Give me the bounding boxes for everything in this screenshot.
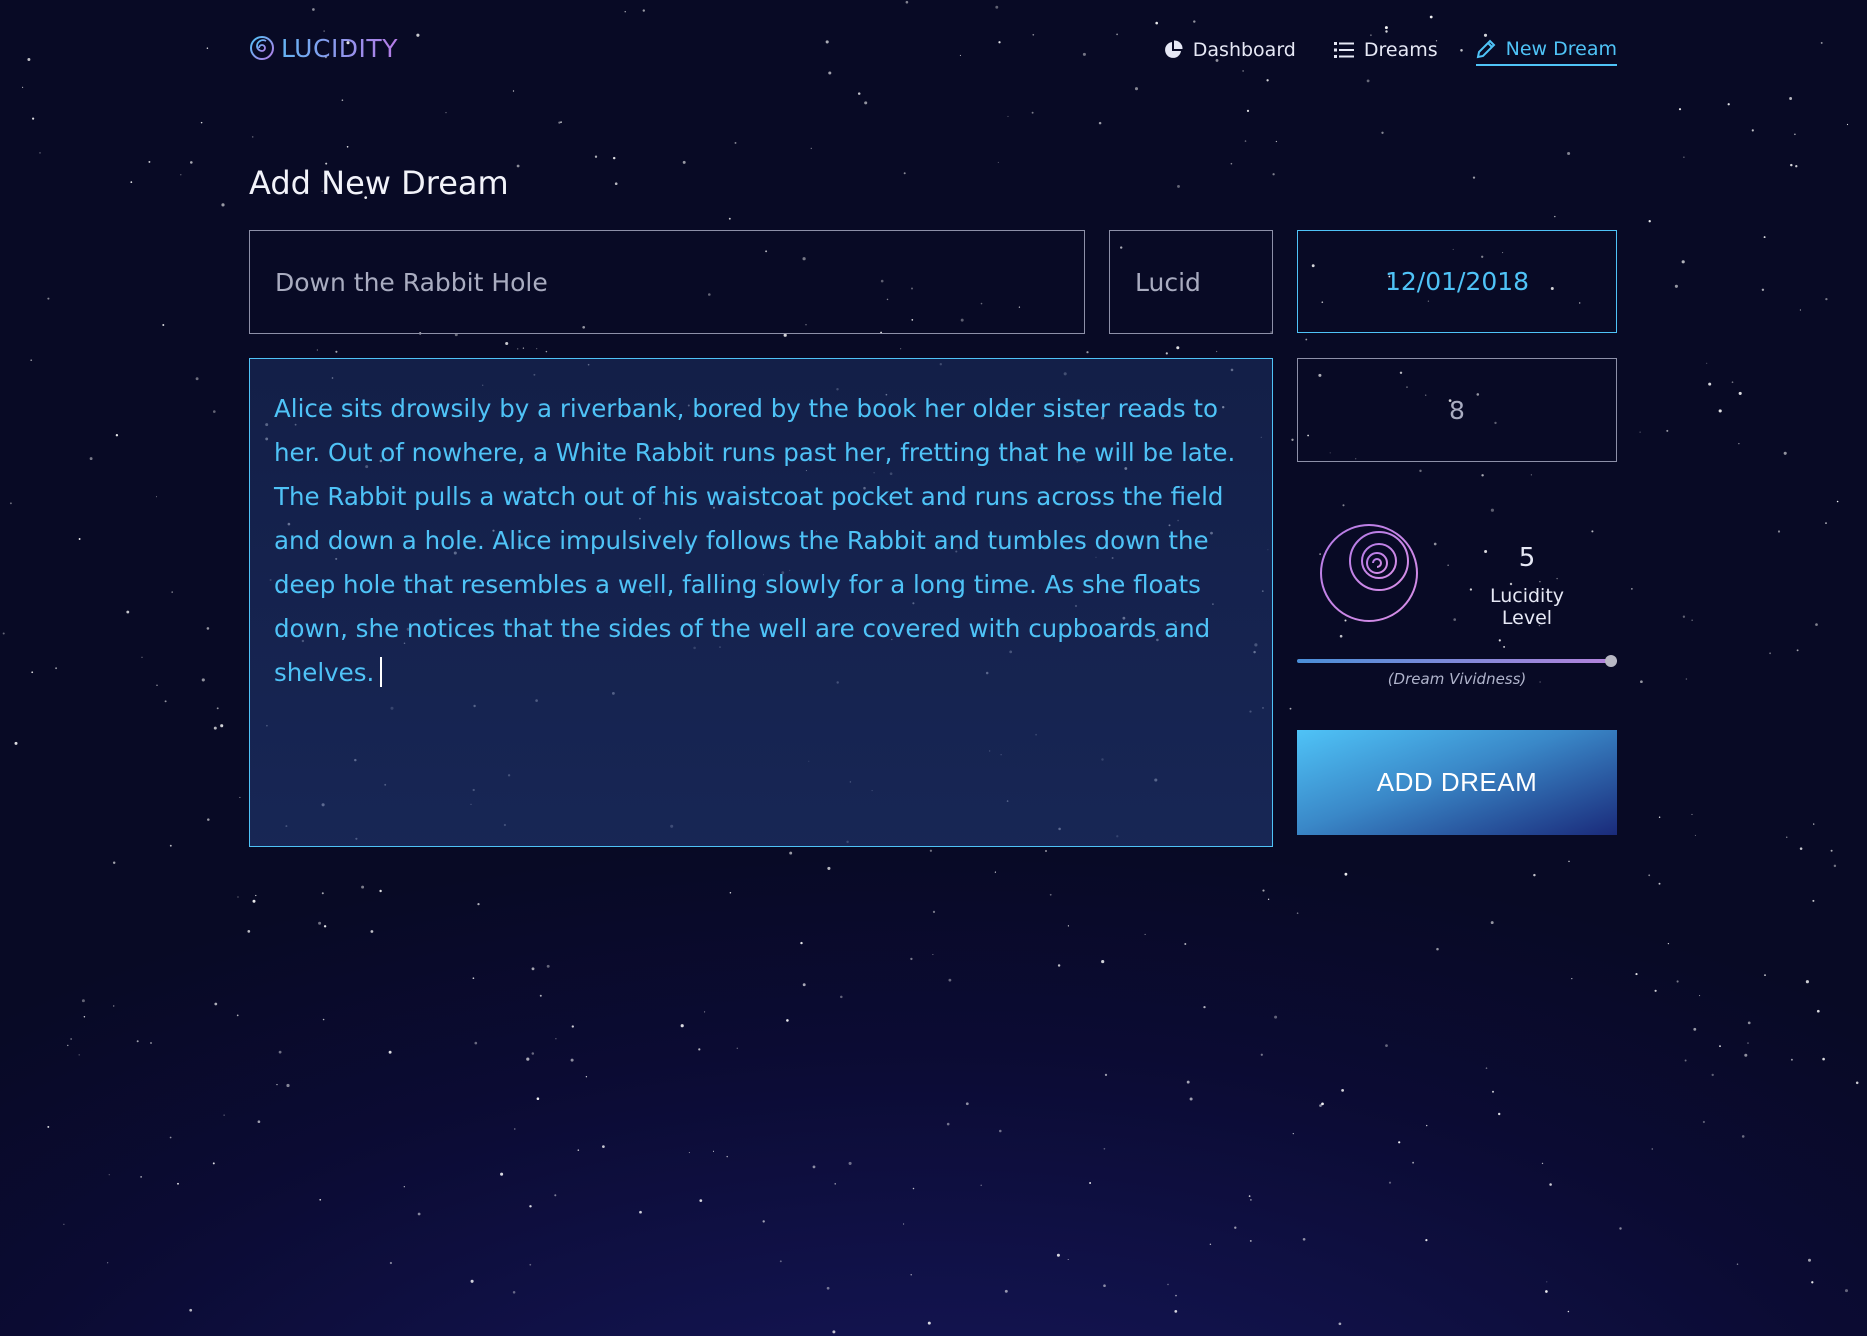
list-icon <box>1333 42 1354 58</box>
app-root: LUCIDITY Dashboard Dreams New Dream Add … <box>0 0 1867 1336</box>
spiral-logo-icon <box>250 36 274 60</box>
spiral-icon <box>1320 524 1418 622</box>
vividness-slider[interactable] <box>1297 655 1617 667</box>
nav-item-dashboard[interactable]: Dashboard <box>1163 34 1296 66</box>
dream-title-input[interactable]: Down the Rabbit Hole <box>249 230 1085 334</box>
text-caret <box>380 657 383 687</box>
vividness-caption: (Dream Vividness) <box>1387 670 1527 688</box>
nav-item-new-dream[interactable]: New Dream <box>1475 34 1617 66</box>
lucidity-value: 5 <box>1518 543 1536 573</box>
main-nav: Dashboard Dreams New Dream <box>1163 34 1617 66</box>
pie-chart-icon <box>1164 40 1183 58</box>
lucidity-label: Lucidity Level <box>1489 585 1565 629</box>
page-title: Add New Dream <box>249 164 509 202</box>
nav-label-new-dream: New Dream <box>1505 38 1617 60</box>
dream-story-text: Alice sits drowsily by a riverbank, bore… <box>274 394 1236 687</box>
dream-story-textarea[interactable]: Alice sits drowsily by a riverbank, bore… <box>249 358 1273 847</box>
nav-label-dreams: Dreams <box>1363 39 1438 61</box>
slider-track <box>1297 659 1617 663</box>
dream-rating-input[interactable]: 8 <box>1297 358 1617 462</box>
slider-thumb[interactable] <box>1604 655 1617 667</box>
dream-type-select[interactable]: Lucid <box>1109 230 1273 334</box>
lucidity-panel: 5 Lucidity Level <box>1297 515 1617 629</box>
app-name: LUCIDITY <box>281 33 398 63</box>
pencil-icon <box>1476 39 1496 59</box>
app-logo[interactable]: LUCIDITY <box>249 32 398 64</box>
nav-item-dreams[interactable]: Dreams <box>1333 34 1438 66</box>
dream-date-input[interactable]: 12/01/2018 <box>1297 230 1617 333</box>
add-dream-button[interactable]: ADD DREAM <box>1297 730 1617 835</box>
nav-label-dashboard: Dashboard <box>1192 39 1296 61</box>
